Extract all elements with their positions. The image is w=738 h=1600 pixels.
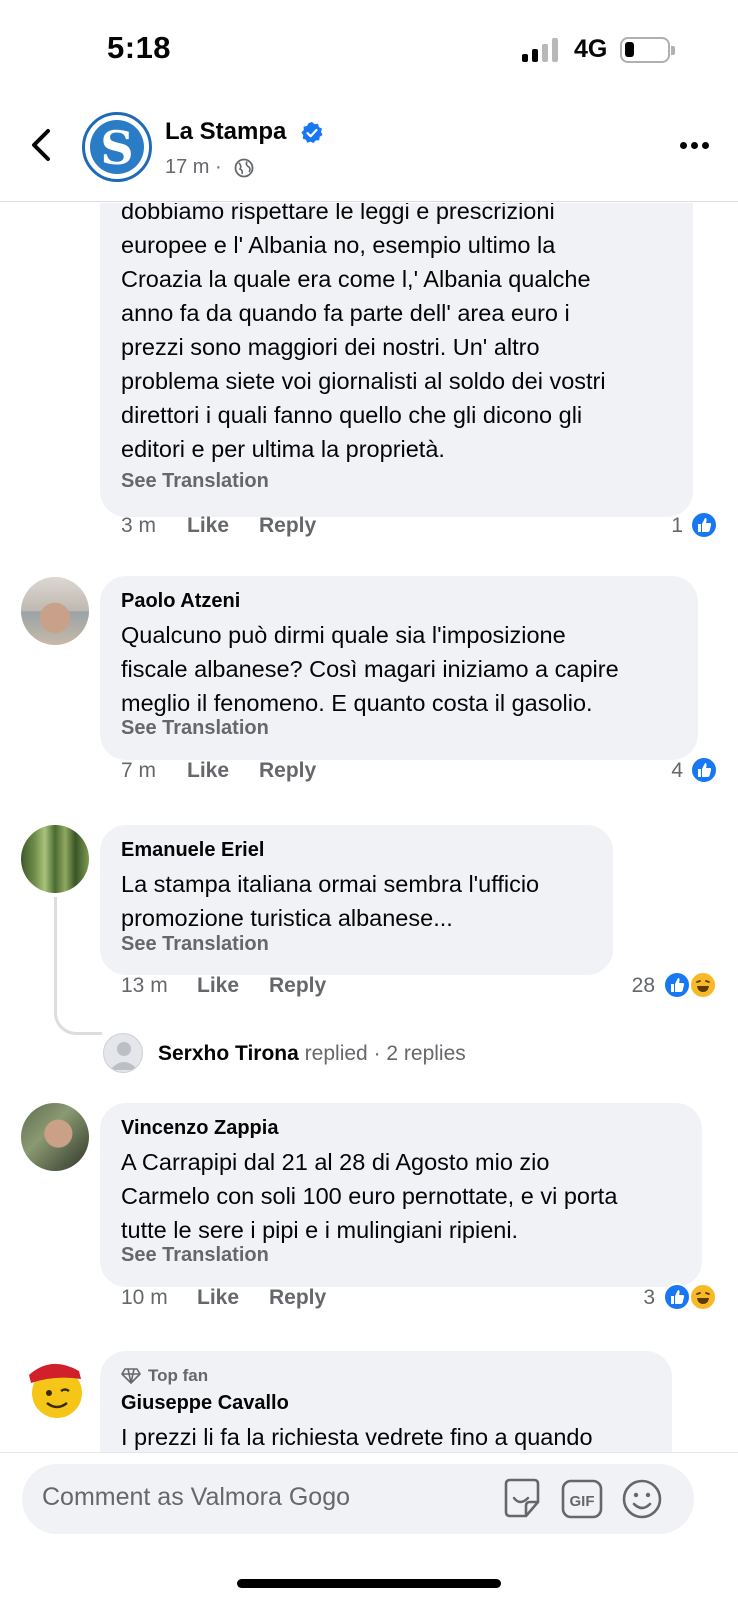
- comments-feed[interactable]: dobbiamo rispettare le leggi e prescrizi…: [0, 203, 738, 1453]
- avatar[interactable]: [21, 825, 89, 893]
- see-translation-link[interactable]: See Translation: [121, 933, 269, 956]
- sticker-icon[interactable]: [500, 1476, 544, 1522]
- verified-badge-icon: [301, 122, 323, 143]
- status-time: 5:18: [107, 30, 172, 65]
- status-bar: 5:18 4G: [0, 0, 738, 100]
- comment-composer[interactable]: GIF: [22, 1464, 694, 1534]
- post-header: S La Stampa 17 m ·: [0, 100, 738, 202]
- comment-time: 13 m: [121, 974, 168, 997]
- comment-text: Qualcuno può dirmi quale sia l'imposizio…: [121, 622, 619, 716]
- comment-bubble[interactable]: Paolo Atzeni Qualcuno può dirmi quale si…: [100, 576, 698, 760]
- like-button[interactable]: Like: [197, 1286, 239, 1310]
- avatar[interactable]: [21, 1353, 89, 1421]
- gif-icon[interactable]: GIF: [560, 1476, 604, 1522]
- top-fan-badge: Top fan: [148, 1366, 209, 1385]
- top-fan-badge-icon: [121, 1368, 141, 1384]
- reply-action: replied: [304, 1042, 368, 1065]
- comment-actions: 13 m Like Reply: [121, 974, 381, 1004]
- comment-time: 3 m: [121, 514, 157, 537]
- comment-bubble[interactable]: Emanuele Eriel La stampa italiana ormai …: [100, 825, 613, 975]
- avatar[interactable]: [21, 577, 89, 645]
- see-translation-link[interactable]: See Translation: [121, 1244, 269, 1267]
- comment-time: 10 m: [121, 1286, 168, 1309]
- comment-text: A Carrapipi dal 21 al 28 di Agosto mio z…: [121, 1149, 618, 1243]
- haha-reaction-icon: [689, 1283, 717, 1311]
- like-button[interactable]: Like: [187, 514, 229, 538]
- meta-separator: ·: [215, 156, 222, 178]
- reaction-count[interactable]: 4: [623, 759, 683, 783]
- see-translation-link[interactable]: See Translation: [121, 470, 269, 493]
- like-reaction-icon: [663, 971, 691, 999]
- like-button[interactable]: Like: [187, 759, 229, 783]
- comment-actions: 3 m Like Reply: [121, 514, 371, 544]
- like-reaction-icon: [690, 756, 718, 784]
- reaction-count[interactable]: 3: [595, 1286, 655, 1310]
- reaction-count[interactable]: 1: [623, 514, 683, 538]
- like-reaction-icon: [663, 1283, 691, 1311]
- reply-button[interactable]: Reply: [259, 759, 316, 783]
- page-name[interactable]: La Stampa: [165, 118, 286, 146]
- reply-button[interactable]: Reply: [269, 974, 326, 998]
- comment-bubble[interactable]: Top fan Giuseppe Cavallo I prezzi li fa …: [100, 1351, 672, 1453]
- haha-reaction-icon: [689, 971, 717, 999]
- avatar[interactable]: [21, 1103, 89, 1171]
- see-translation-link[interactable]: See Translation: [121, 717, 269, 740]
- network-type: 4G: [574, 35, 608, 63]
- page-avatar[interactable]: S: [82, 112, 152, 182]
- like-reaction-icon: [690, 511, 718, 539]
- comment-actions: 7 m Like Reply: [121, 759, 371, 789]
- reply-count: · 2 replies: [373, 1042, 466, 1065]
- home-indicator: [237, 1579, 501, 1588]
- battery-icon: [620, 37, 675, 63]
- comment-bubble[interactable]: dobbiamo rispettare le leggi e prescrizi…: [100, 203, 693, 517]
- svg-text:GIF: GIF: [570, 1493, 595, 1510]
- reply-button[interactable]: Reply: [259, 514, 316, 538]
- comment-text: I prezzi li fa la richiesta vedrete fino…: [121, 1424, 593, 1450]
- comment-composer-bar: GIF: [0, 1452, 738, 1600]
- comment-input[interactable]: [42, 1483, 482, 1512]
- reply-avatar[interactable]: [103, 1033, 143, 1073]
- comment-text: La stampa italiana ormai sembra l'uffici…: [121, 871, 540, 931]
- comment-author[interactable]: Giuseppe Cavallo: [121, 1392, 289, 1415]
- comment-bubble[interactable]: Vincenzo Zappia A Carrapipi dal 21 al 28…: [100, 1103, 702, 1287]
- post-age: 17 m: [165, 156, 210, 178]
- emoji-icon[interactable]: [620, 1476, 664, 1522]
- comment-author[interactable]: Emanuele Eriel: [121, 839, 264, 862]
- more-options-icon[interactable]: [680, 138, 712, 152]
- thread-connector: [54, 897, 102, 1035]
- view-replies-link[interactable]: Serxho Tirona replied · 2 replies: [158, 1042, 466, 1066]
- globe-icon: [234, 158, 254, 178]
- reply-author: Serxho Tirona: [158, 1042, 299, 1065]
- like-button[interactable]: Like: [197, 974, 239, 998]
- comment-author[interactable]: Vincenzo Zappia: [121, 1117, 278, 1140]
- comment-author[interactable]: Paolo Atzeni: [121, 590, 240, 613]
- comment-time: 7 m: [121, 759, 157, 782]
- reply-button[interactable]: Reply: [269, 1286, 326, 1310]
- comment-text: dobbiamo rispettare le leggi e prescrizi…: [121, 203, 606, 462]
- comment-actions: 10 m Like Reply: [121, 1286, 381, 1316]
- post-meta: 17 m ·: [165, 156, 222, 179]
- back-chevron-icon[interactable]: [26, 125, 58, 165]
- reaction-count[interactable]: 28: [595, 974, 655, 998]
- cellular-signal-icon: [522, 38, 562, 62]
